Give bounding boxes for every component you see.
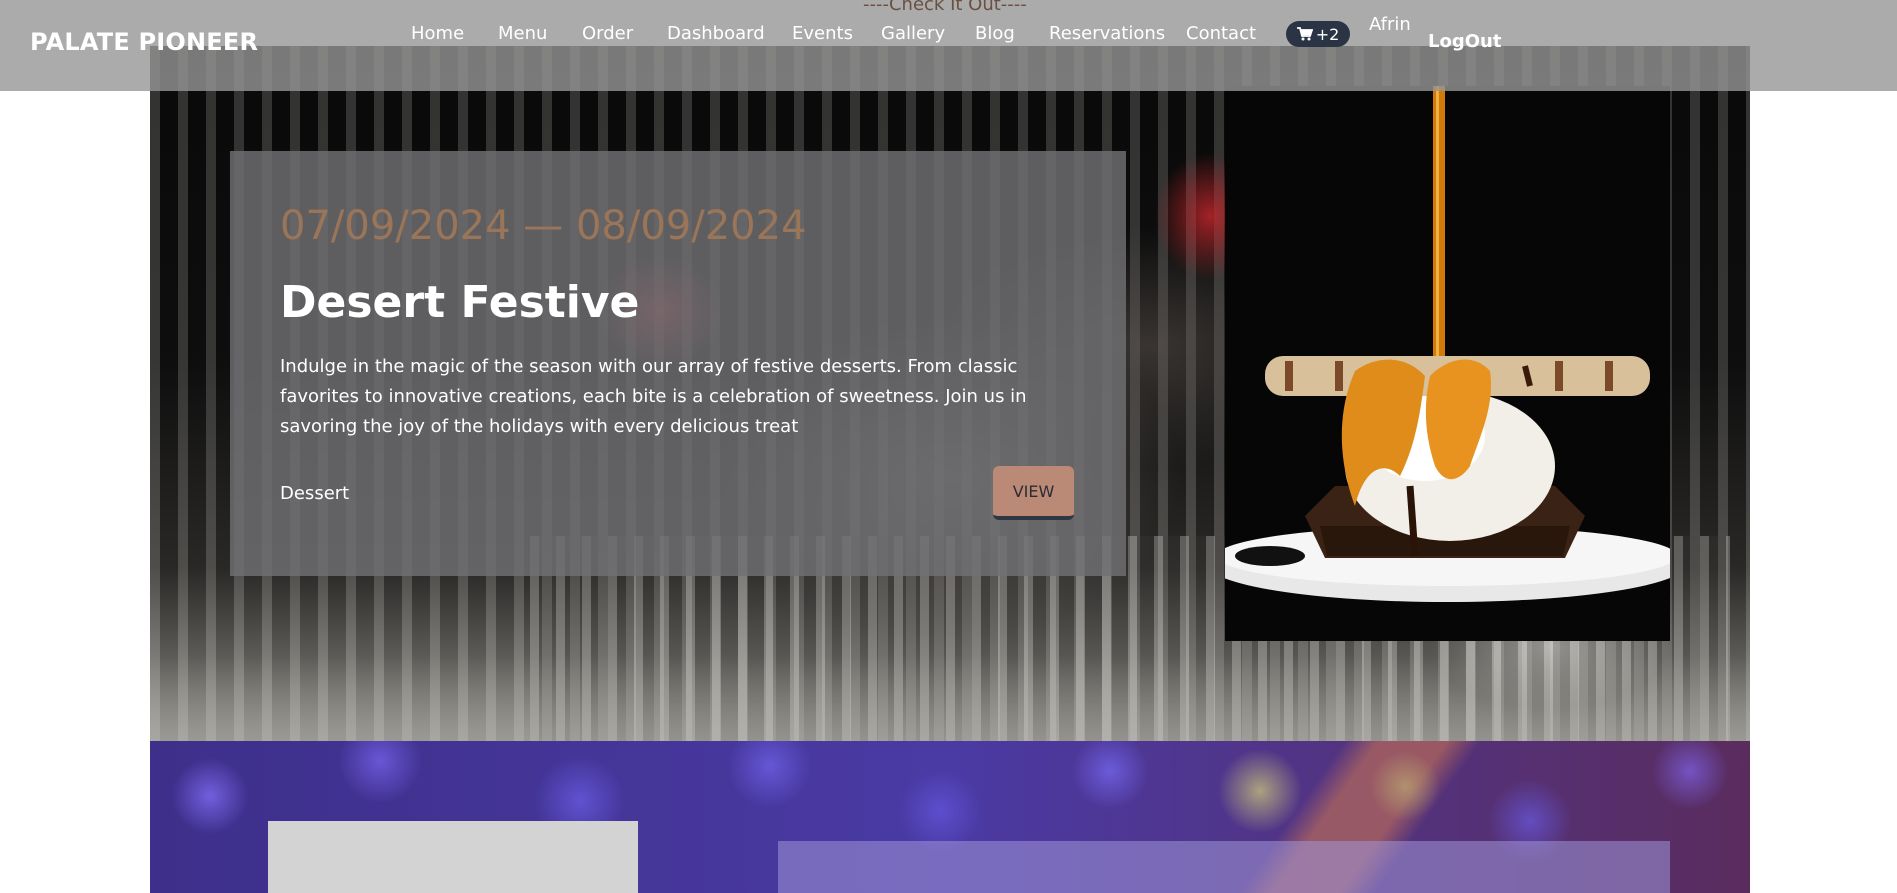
user-name[interactable]: Afrin — [1369, 14, 1411, 35]
event-hero: 07/09/2024 — 08/09/2024 Desert Festive I… — [150, 46, 1750, 741]
navbar: PALATE PIONEER ----Check It Out---- Home… — [0, 0, 1897, 91]
nav-menu[interactable]: Menu — [498, 23, 547, 44]
grapes-card-left — [268, 821, 638, 893]
event-card: 07/09/2024 — 08/09/2024 Desert Festive I… — [230, 151, 1126, 576]
event-title: Desert Festive — [280, 277, 640, 328]
cart-count: +2 — [1315, 24, 1340, 44]
event-category: Dessert — [280, 483, 350, 504]
hero-background-floor — [150, 656, 1750, 741]
nav-home[interactable]: Home — [411, 23, 464, 44]
nav-reservations[interactable]: Reservations — [1049, 23, 1165, 44]
nav-dashboard[interactable]: Dashboard — [667, 23, 765, 44]
nav-events[interactable]: Events — [792, 23, 853, 44]
logout-button[interactable]: LogOut — [1428, 31, 1501, 52]
cart-icon — [1296, 27, 1313, 41]
event-description: Indulge in the magic of the season with … — [280, 356, 1027, 437]
nav-order[interactable]: Order — [582, 23, 633, 44]
event-date: 07/09/2024 — 08/09/2024 — [280, 203, 807, 249]
dessert-photo — [1225, 86, 1670, 641]
nav-gallery[interactable]: Gallery — [881, 23, 945, 44]
brand-logo[interactable]: PALATE PIONEER — [30, 28, 258, 56]
grapes-card-right — [778, 841, 1670, 893]
check-it-out-banner: ----Check It Out---- — [863, 0, 1027, 15]
cart-button[interactable]: +2 — [1286, 21, 1350, 47]
nav-contact[interactable]: Contact — [1186, 23, 1256, 44]
view-button[interactable]: VIEW — [993, 466, 1074, 520]
nav-blog[interactable]: Blog — [975, 23, 1015, 44]
grapes-section — [150, 741, 1750, 893]
